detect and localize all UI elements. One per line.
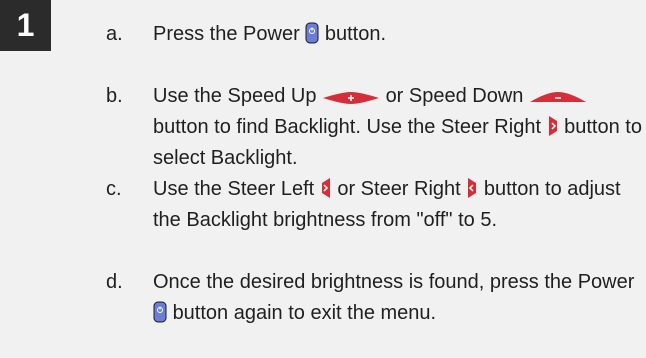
step-text: Once the desired brightness is found, pr… (153, 267, 645, 329)
step-text-part: button again to exit the menu. (172, 302, 437, 324)
step-text-part: button to find Backlight. Use the Steer … (153, 116, 541, 138)
speed-up-icon (322, 90, 380, 106)
steer-left-icon (320, 177, 332, 199)
step-text-part: Use the Steer Left (153, 178, 315, 200)
step-letter: a. (106, 23, 123, 45)
step-letter: d. (106, 271, 123, 293)
power-button-icon (153, 301, 167, 323)
steer-right-icon (547, 115, 559, 137)
steer-right-icon (466, 177, 478, 199)
step-text-part: Use the Speed Up (153, 85, 317, 107)
instruction-steps: a. Press the Power button. b. Use the Sp… (0, 0, 646, 358)
step-text-part: or Steer Right (337, 178, 461, 200)
step-text: Use the Steer Left or Steer Right button… (153, 174, 645, 236)
step-text: Press the Power button. (153, 19, 645, 50)
step-letter: c. (106, 178, 122, 200)
step-text-part: or Speed Down (385, 85, 524, 107)
step-text-part: button. (324, 23, 387, 45)
speed-down-icon (529, 90, 587, 106)
step-text-part: Once the desired brightness is found, pr… (153, 271, 635, 293)
power-button-icon (305, 22, 319, 44)
step-text-part: Press the Power (153, 23, 300, 45)
step-text: Use the Speed Up or Speed Down button to… (153, 81, 645, 174)
step-letter: b. (106, 85, 123, 107)
